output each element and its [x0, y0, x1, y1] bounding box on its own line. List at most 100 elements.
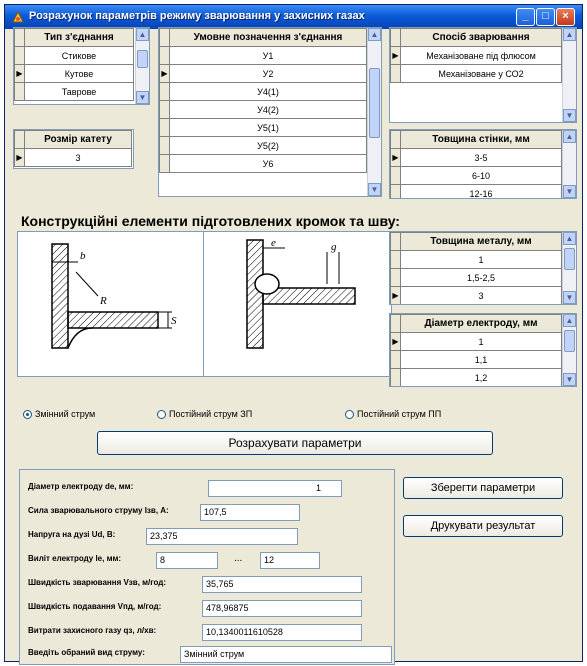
table-row[interactable]: 1,1 [390, 350, 562, 369]
title-bar[interactable]: Розрахунок параметрів режиму зварювання … [5, 5, 582, 29]
print-results-button[interactable]: Друкувати результат [403, 515, 563, 537]
minimize-button[interactable]: _ [516, 8, 535, 26]
table-row[interactable]: У4(1) [159, 82, 367, 101]
table-row[interactable]: ▶ У2 [159, 64, 367, 83]
grid-cell[interactable]: У2 [169, 64, 367, 83]
vertical-scrollbar[interactable]: ▲ ▼ [562, 314, 576, 386]
grid-cell[interactable]: 3-5 [400, 148, 562, 167]
scroll-thumb[interactable] [369, 68, 380, 138]
grid-cell[interactable]: 3 [24, 148, 132, 167]
metal-thickness-grid[interactable]: Товщина металу, мм 1 1,5-2,5 ▶ 3 ▲ ▼ [389, 231, 577, 305]
grid-cell[interactable]: Таврове [24, 82, 134, 101]
radio-unselected-icon[interactable] [157, 410, 166, 420]
grid-cell[interactable]: 1,2 [400, 368, 562, 386]
table-row[interactable]: 12-16 [390, 184, 562, 198]
table-row[interactable]: Таврове [14, 82, 134, 101]
scroll-up-icon[interactable]: ▲ [563, 232, 576, 245]
table-row[interactable]: У5(1) [159, 118, 367, 137]
welding-method-grid[interactable]: Спосіб зварювання ▶ Механізоване під флюс… [389, 27, 577, 123]
welding-speed-field[interactable]: 35,765 [202, 576, 362, 593]
grid-cell[interactable]: 3 [400, 286, 562, 304]
save-parameters-button[interactable]: Зберегти параметри [403, 477, 563, 499]
table-row[interactable]: Стикове [14, 46, 134, 65]
scroll-down-icon[interactable]: ▼ [563, 185, 576, 198]
radio-unselected-icon[interactable] [345, 410, 354, 420]
table-row[interactable]: ▶ 3 [14, 148, 132, 167]
scroll-up-icon[interactable]: ▲ [368, 28, 381, 41]
grid-cell[interactable]: Кутове [24, 64, 134, 83]
scroll-up-icon[interactable]: ▲ [563, 130, 576, 143]
table-row[interactable]: 6-10 [390, 166, 562, 185]
table-row[interactable]: 1,5-2,5 [390, 268, 562, 287]
grid-corner [390, 314, 401, 333]
gas-consumption-field[interactable]: 10,1340011610528 [202, 624, 362, 641]
vertical-scrollbar[interactable]: ▲ ▼ [367, 28, 381, 196]
stickout-min-field[interactable]: 8 [156, 552, 218, 569]
vertical-scrollbar[interactable]: ▲ ▼ [562, 130, 576, 198]
scroll-down-icon[interactable]: ▼ [563, 109, 576, 122]
table-row[interactable]: ▶ Кутове [14, 64, 134, 83]
grid-cell[interactable]: У5(1) [169, 118, 367, 137]
grid-cell[interactable]: У4(1) [169, 82, 367, 101]
table-row[interactable]: ▶ Механізоване під флюсом [390, 46, 562, 65]
grid-cell[interactable]: 1,1 [400, 350, 562, 369]
leg-size-grid[interactable]: Розмір катету ▶ 3 [13, 129, 134, 169]
scroll-up-icon[interactable]: ▲ [563, 28, 576, 41]
grid-cell[interactable]: Стикове [24, 46, 134, 65]
maximize-button[interactable]: □ [536, 8, 555, 26]
feed-speed-field[interactable]: 478,96875 [202, 600, 362, 617]
close-button[interactable]: × [556, 8, 575, 26]
grid-cell[interactable]: Механізоване під флюсом [400, 46, 562, 65]
wall-thickness-grid[interactable]: Товщина стінки, мм ▶ 3-5 6-10 12-16 ▲ ▼ [389, 129, 577, 199]
table-row[interactable]: ▶ 3-5 [390, 148, 562, 167]
grid-header: Діаметр електроду, мм [400, 314, 562, 333]
scroll-down-icon[interactable]: ▼ [563, 291, 576, 304]
table-row[interactable]: У6 [159, 154, 367, 173]
table-row[interactable]: У4(2) [159, 100, 367, 119]
radio-dc-reverse[interactable]: Постійний струм ПП [345, 409, 441, 420]
welding-current-field[interactable]: 107,5 [200, 504, 300, 521]
radio-dc-straight[interactable]: Постійний струм ЗП [157, 409, 252, 420]
vertical-scrollbar[interactable]: ▲ ▼ [562, 28, 576, 122]
table-row[interactable]: Механізоване у СО2 [390, 64, 562, 83]
grid-cell[interactable]: У4(2) [169, 100, 367, 119]
current-kind-field[interactable]: Змінний струм [180, 646, 392, 663]
grid-cell[interactable]: 12-16 [400, 184, 562, 198]
grid-cell[interactable]: Механізоване у СО2 [400, 64, 562, 83]
table-row[interactable]: ▶ 1 [390, 332, 562, 351]
vertical-scrollbar[interactable]: ▲ ▼ [562, 232, 576, 304]
dimension-e-label: e [271, 237, 276, 249]
grid-cell[interactable]: У6 [169, 154, 367, 173]
electrode-diameter-field[interactable]: 1 [208, 480, 342, 497]
arc-voltage-field[interactable]: 23,375 [146, 528, 298, 545]
table-row[interactable]: 1,2 [390, 368, 562, 386]
grid-cell[interactable]: У1 [169, 46, 367, 65]
scroll-thumb[interactable] [564, 330, 575, 352]
table-row[interactable]: ▶ 3 [390, 286, 562, 304]
grid-cell[interactable]: 1 [400, 250, 562, 269]
calculate-button[interactable]: Розрахувати параметри [97, 431, 493, 455]
grid-cell[interactable]: 6-10 [400, 166, 562, 185]
grid-cell[interactable]: 1,5-2,5 [400, 268, 562, 287]
field-label: Введіть обраний вид струму: [28, 648, 145, 657]
scroll-down-icon[interactable]: ▼ [563, 373, 576, 386]
stickout-max-field[interactable]: 12 [260, 552, 320, 569]
joint-type-grid[interactable]: Тип з'єднання Стикове ▶ Кутове Таврове ▲… [13, 27, 150, 105]
table-row[interactable]: У5(2) [159, 136, 367, 155]
scroll-thumb[interactable] [137, 50, 148, 68]
vertical-scrollbar[interactable]: ▲ ▼ [135, 28, 149, 104]
radio-ac-current[interactable]: Змінний струм [23, 409, 95, 420]
radio-selected-icon[interactable] [23, 410, 32, 420]
table-row[interactable]: 1 [390, 250, 562, 269]
joint-designation-grid[interactable]: Умовне позначення з'єднання У1 ▶ У2 У4(1)… [158, 27, 382, 197]
scroll-down-icon[interactable]: ▼ [368, 183, 381, 196]
grid-cell[interactable]: У5(2) [169, 136, 367, 155]
field-label: Витрати захисного газу qз, л/хв: [28, 626, 157, 635]
scroll-up-icon[interactable]: ▲ [563, 314, 576, 327]
table-row[interactable]: У1 [159, 46, 367, 65]
scroll-down-icon[interactable]: ▼ [136, 91, 149, 104]
scroll-thumb[interactable] [564, 248, 575, 270]
scroll-up-icon[interactable]: ▲ [136, 28, 149, 41]
electrode-diameter-grid[interactable]: Діаметр електроду, мм ▶ 1 1,1 1,2 ▲ ▼ [389, 313, 577, 387]
grid-cell[interactable]: 1 [400, 332, 562, 351]
